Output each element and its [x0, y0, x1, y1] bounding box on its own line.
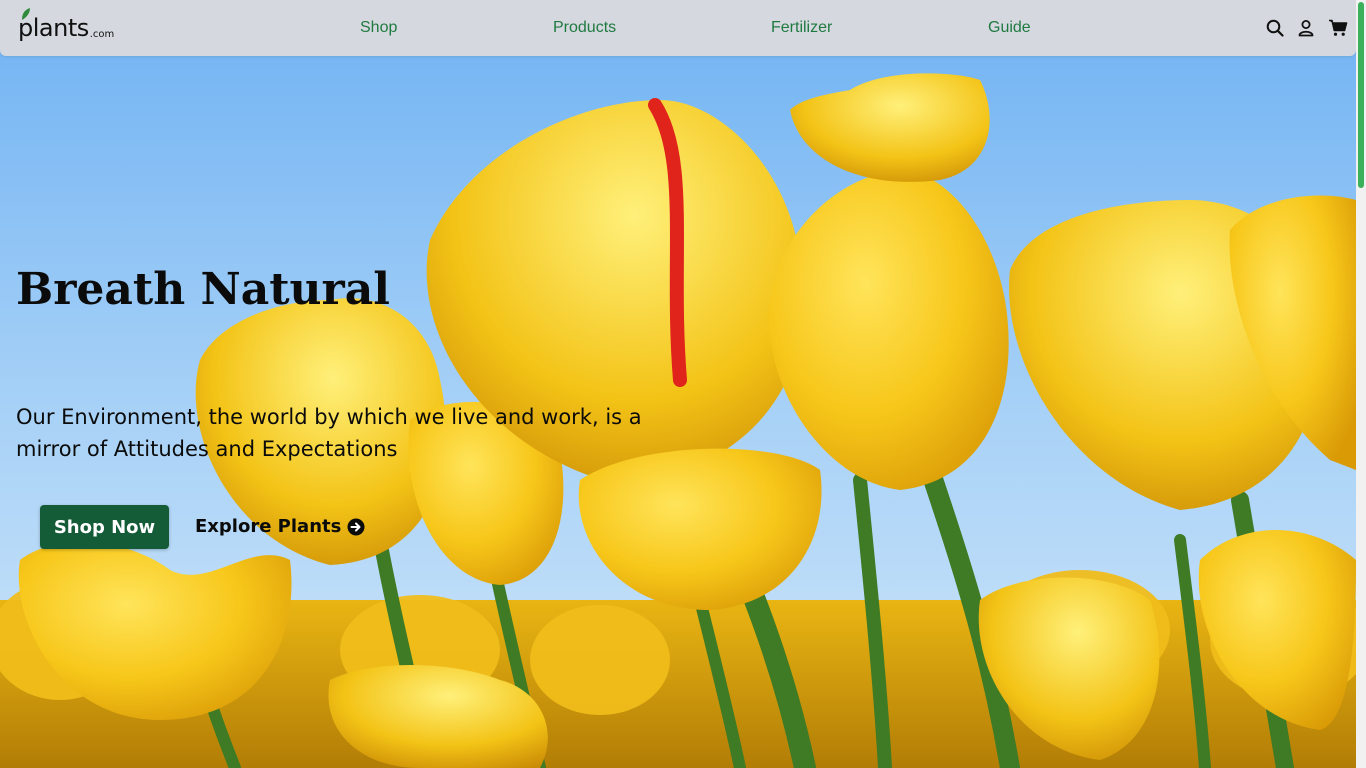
- user-icon: [1298, 20, 1314, 37]
- arrow-circle-right-icon: [347, 518, 365, 536]
- scrollbar-thumb[interactable]: [1358, 2, 1364, 188]
- landing-page: plants .com Shop Products Fertilizer Gui…: [0, 0, 1366, 768]
- search-button[interactable]: [1264, 17, 1286, 39]
- account-button[interactable]: [1295, 17, 1317, 39]
- leaf-icon: [22, 8, 30, 20]
- cart-button[interactable]: [1327, 17, 1349, 39]
- nav-link-shop[interactable]: Shop: [360, 18, 397, 38]
- explore-plants-label: Explore Plants: [195, 516, 342, 537]
- nav-link-products[interactable]: Products: [553, 18, 616, 38]
- nav-link-fertilizer[interactable]: Fertilizer: [771, 18, 832, 38]
- explore-plants-link[interactable]: Explore Plants: [195, 515, 365, 539]
- page-scrollbar[interactable]: [1356, 0, 1366, 768]
- search-icon: [1266, 19, 1284, 37]
- hero-background-image: [0, 0, 1356, 768]
- shop-now-button[interactable]: Shop Now: [40, 505, 169, 549]
- brand-logo[interactable]: plants .com: [18, 8, 115, 43]
- hero-subtitle: Our Environment, the world by which we l…: [16, 405, 642, 461]
- hero-title: Breath Natural: [16, 264, 390, 315]
- nav-link-guide[interactable]: Guide: [988, 18, 1031, 38]
- top-navbar: plants .com Shop Products Fertilizer Gui…: [0, 0, 1356, 56]
- cart-icon: [1329, 19, 1348, 36]
- brand-suffix: .com: [89, 29, 115, 40]
